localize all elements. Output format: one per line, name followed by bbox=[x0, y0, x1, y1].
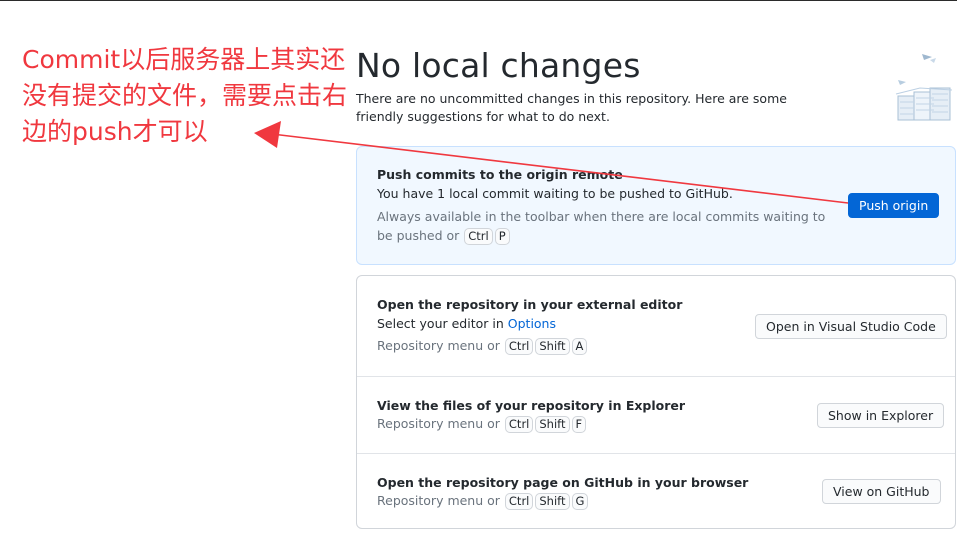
push-card-hint-text: Always available in the toolbar when the… bbox=[377, 209, 826, 243]
github-title: Open the repository page on GitHub in yo… bbox=[377, 475, 749, 490]
github-hint: Repository menu or Ctrl Shift G bbox=[377, 491, 589, 510]
github-hint-text: Repository menu or bbox=[377, 493, 500, 508]
editor-hint-text: Repository menu or bbox=[377, 338, 500, 353]
push-card-description: You have 1 local commit waiting to be pu… bbox=[377, 186, 733, 201]
push-card-title: Push commits to the origin remote bbox=[377, 167, 623, 182]
kbd-shift: Shift bbox=[535, 416, 570, 433]
editor-suggestion: Open the repository in your external edi… bbox=[357, 276, 955, 376]
options-link[interactable]: Options bbox=[508, 316, 556, 331]
suggestions-list: Open the repository in your external edi… bbox=[356, 275, 956, 529]
explorer-suggestion: View the files of your repository in Exp… bbox=[357, 377, 955, 453]
push-commits-card: Push commits to the origin remote You ha… bbox=[356, 146, 956, 265]
explorer-title: View the files of your repository in Exp… bbox=[377, 398, 686, 413]
view-on-github-button[interactable]: View on GitHub bbox=[822, 479, 941, 504]
push-card-hint: Always available in the toolbar when the… bbox=[377, 207, 827, 245]
editor-hint: Repository menu or Ctrl Shift A bbox=[377, 336, 588, 355]
explorer-hint: Repository menu or Ctrl Shift F bbox=[377, 414, 587, 433]
window-top-border bbox=[0, 0, 957, 1]
kbd-p: P bbox=[494, 228, 510, 245]
show-in-explorer-button[interactable]: Show in Explorer bbox=[817, 403, 945, 428]
kbd-g: G bbox=[571, 493, 589, 510]
explorer-hint-text: Repository menu or bbox=[377, 416, 500, 431]
open-in-vscode-button[interactable]: Open in Visual Studio Code bbox=[755, 314, 947, 339]
kbd-ctrl: Ctrl bbox=[504, 338, 534, 355]
kbd-a: A bbox=[571, 338, 588, 355]
kbd-ctrl: Ctrl bbox=[464, 228, 493, 245]
kbd-shift: Shift bbox=[535, 338, 570, 355]
kbd-ctrl: Ctrl bbox=[504, 416, 534, 433]
editor-description: Select your editor in Options bbox=[377, 316, 556, 331]
kbd-f: F bbox=[571, 416, 587, 433]
empty-state-illustration-icon bbox=[895, 54, 953, 121]
editor-title: Open the repository in your external edi… bbox=[377, 297, 683, 312]
intro-text: There are no uncommitted changes in this… bbox=[356, 91, 787, 124]
push-origin-button[interactable]: Push origin bbox=[848, 193, 940, 218]
page-title: No local changes bbox=[356, 46, 641, 85]
kbd-ctrl: Ctrl bbox=[504, 493, 534, 510]
red-annotation-text: Commit以后服务器上其实还没有提交的文件，需要点击右边的push才可以 bbox=[22, 45, 348, 146]
kbd-shift: Shift bbox=[535, 493, 570, 510]
github-suggestion: Open the repository page on GitHub in yo… bbox=[357, 454, 955, 530]
editor-description-text: Select your editor in bbox=[377, 316, 504, 331]
